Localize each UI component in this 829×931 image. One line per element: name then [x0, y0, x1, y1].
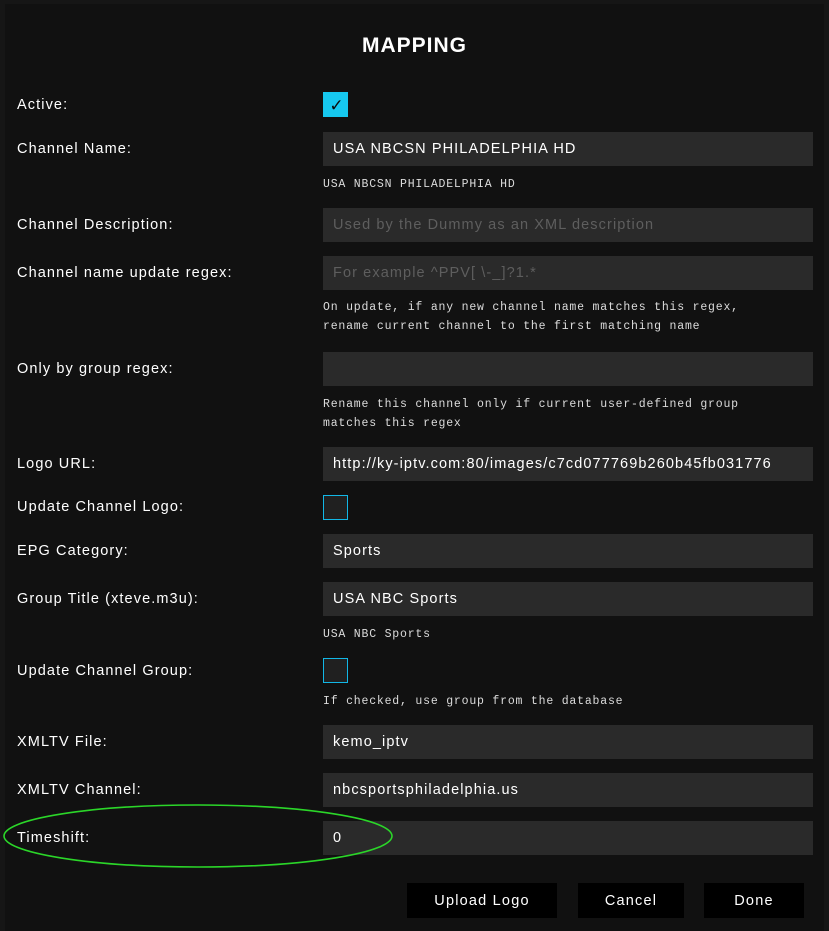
logo-url-label: Logo URL: — [17, 456, 97, 472]
group-title-input[interactable] — [323, 582, 813, 616]
group-regex-hint-2: matches this regex — [323, 417, 462, 430]
xmltv-channel-select[interactable] — [323, 773, 813, 807]
xmltv-file-select[interactable] — [323, 725, 813, 759]
group-title-hint: USA NBC Sports — [323, 628, 431, 641]
channel-name-input[interactable] — [323, 132, 813, 166]
name-update-regex-label: Channel name update regex: — [17, 265, 233, 281]
channel-description-input[interactable] — [323, 208, 813, 242]
checkmark-icon: ✓ — [329, 96, 344, 115]
xmltv-channel-label: XMLTV Channel: — [17, 782, 142, 798]
dialog-title: MAPPING — [361, 34, 467, 57]
update-logo-checkbox[interactable] — [323, 495, 348, 520]
channel-description-label: Channel Description: — [17, 217, 174, 233]
update-group-checkbox[interactable] — [323, 658, 348, 683]
update-group-label: Update Channel Group: — [17, 663, 194, 679]
name-update-regex-hint-1: On update, if any new channel name match… — [323, 301, 739, 314]
name-update-regex-input[interactable] — [323, 256, 813, 290]
group-regex-hint-1: Rename this channel only if current user… — [323, 398, 739, 411]
epg-category-input[interactable] — [323, 534, 813, 568]
name-update-regex-hint-2: rename current channel to the first matc… — [323, 320, 701, 333]
active-label: Active: — [17, 97, 69, 113]
update-group-hint: If checked, use group from the database — [323, 695, 624, 708]
xmltv-file-label: XMLTV File: — [17, 734, 108, 750]
logo-url-input[interactable] — [323, 447, 813, 481]
group-regex-label: Only by group regex: — [17, 361, 174, 377]
update-logo-label: Update Channel Logo: — [17, 499, 185, 515]
group-title-label: Group Title (xteve.m3u): — [17, 591, 199, 607]
done-button[interactable]: Done — [704, 883, 804, 918]
channel-name-label: Channel Name: — [17, 141, 133, 157]
upload-logo-button[interactable]: Upload Logo — [407, 883, 557, 918]
active-checkbox[interactable]: ✓ — [323, 92, 348, 117]
channel-name-hint: USA NBCSN PHILADELPHIA HD — [323, 178, 516, 191]
cancel-button[interactable]: Cancel — [578, 883, 684, 918]
highlight-ellipse — [3, 804, 393, 868]
group-regex-input[interactable] — [323, 352, 813, 386]
epg-category-label: EPG Category: — [17, 543, 129, 559]
